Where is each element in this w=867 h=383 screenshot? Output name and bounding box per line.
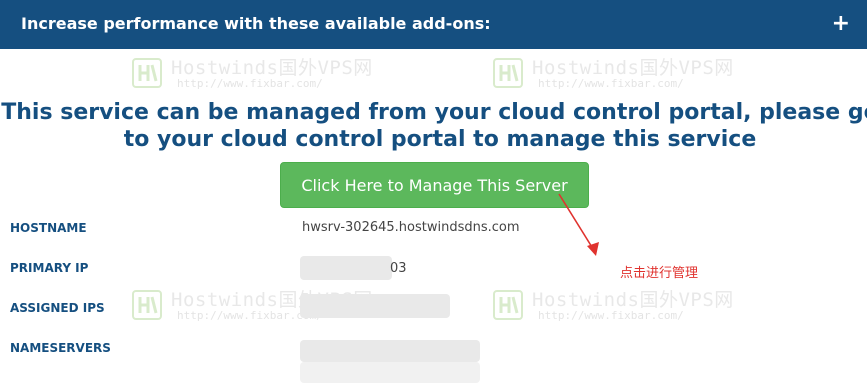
watermark-brand: Hostwinds国外VPS网: [171, 57, 373, 79]
assigned-ips-label: ASSIGNED IPS: [10, 301, 105, 315]
cloud-portal-notice: This service can be managed from your cl…: [1, 100, 867, 152]
redacted-nameserver-1: [300, 340, 480, 362]
hostname-label: HOSTNAME: [10, 221, 87, 235]
manage-server-button[interactable]: Click Here to Manage This Server: [280, 162, 589, 208]
watermark: Hostwinds国外VPS网 http://www.fixbar.com/: [131, 53, 373, 97]
watermark-brand: Hostwinds国外VPS网: [532, 289, 734, 311]
hostname-value: hwsrv-302645.hostwindsdns.com: [302, 220, 520, 235]
addons-title: Increase performance with these availabl…: [21, 14, 491, 33]
redacted-assigned-ips: [300, 294, 450, 318]
watermark: Hostwinds国外VPS网 http://www.fixbar.com/: [492, 53, 734, 97]
addons-panel-header[interactable]: Increase performance with these availabl…: [0, 0, 867, 49]
redacted-nameserver-2: [300, 362, 480, 383]
annotation-arrow-icon: [558, 193, 599, 256]
expand-plus-icon[interactable]: +: [832, 10, 850, 38]
watermark-logo-icon: [493, 290, 523, 320]
watermark-url: http://www.fixbar.com/: [177, 77, 323, 90]
watermark-url: http://www.fixbar.com/: [538, 77, 684, 90]
watermark-logo-icon: [493, 58, 523, 88]
annotation-text: 点击进行管理: [620, 266, 699, 281]
watermark-logo-icon: [132, 290, 162, 320]
watermark: Hostwinds国外VPS网 http://www.fixbar.com/: [492, 285, 734, 329]
redacted-primary-ip: [300, 256, 392, 280]
watermark-url: http://www.fixbar.com/: [538, 309, 684, 322]
primary-ip-label: PRIMARY IP: [10, 261, 89, 275]
primary-ip-value: 03: [390, 261, 407, 276]
watermark-brand: Hostwinds国外VPS网: [532, 57, 734, 79]
nameservers-label: NAMESERVERS: [10, 341, 111, 355]
watermark-logo-icon: [132, 58, 162, 88]
